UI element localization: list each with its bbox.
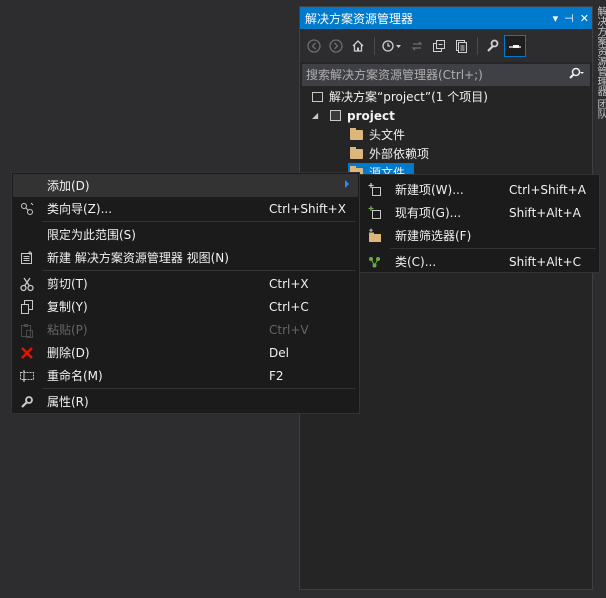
copy-icon xyxy=(19,299,35,315)
context-menu: 添加(D) 类向导(Z)... Ctrl+Shift+X 限定为此范围(S) 新… xyxy=(11,172,360,414)
side-tab-strip[interactable]: 解决方案资源管理器 团队 xyxy=(595,6,606,166)
tree-item-external-deps[interactable]: 外部依赖项 xyxy=(350,144,429,163)
tree-item-solution[interactable]: 解决方案“project”(1 个项目) xyxy=(312,87,488,106)
menu-item-rename[interactable]: 重命名(M) F2 xyxy=(13,364,358,387)
search-icon[interactable] xyxy=(568,67,584,84)
menu-item-shortcut: Del xyxy=(269,345,289,360)
tree-item-label: 头文件 xyxy=(369,128,406,142)
close-icon[interactable]: ✕ xyxy=(580,12,589,25)
scissors-icon xyxy=(19,276,35,292)
menu-item-label: 类向导(Z)... xyxy=(47,202,113,216)
solution-explorer-toolbar xyxy=(300,29,592,62)
menu-item-shortcut: Ctrl+C xyxy=(269,299,309,314)
tree-item-project[interactable]: ◢ project xyxy=(312,106,395,125)
menu-item-label: 现有项(G)... xyxy=(395,206,462,220)
menu-separator xyxy=(42,270,356,271)
add-submenu: 新建项(W)... Ctrl+Shift+A 现有项(G)... Shift+A… xyxy=(359,174,600,273)
menu-item-label: 类(C)... xyxy=(395,255,437,269)
menu-item-label: 复制(Y) xyxy=(47,300,88,314)
tree-item-label: 外部依赖项 xyxy=(369,147,430,161)
submenu-item-existing-item[interactable]: 现有项(G)... Shift+Alt+A xyxy=(361,201,598,224)
menu-item-label: 新建项(W)... xyxy=(395,183,464,197)
tree-item-header-files[interactable]: 头文件 xyxy=(350,125,405,144)
menu-item-properties[interactable]: 属性(R) xyxy=(13,390,358,413)
menu-item-label: 剪切(T) xyxy=(47,277,88,291)
paste-icon xyxy=(19,322,35,338)
menu-item-shortcut: Ctrl+Shift+A xyxy=(509,182,586,197)
menu-item-add[interactable]: 添加(D) xyxy=(13,174,358,197)
wrench-icon xyxy=(19,394,35,410)
class-icon xyxy=(367,254,383,270)
new-item-icon xyxy=(367,182,383,198)
menu-item-class-wizard[interactable]: 类向导(Z)... Ctrl+Shift+X xyxy=(13,197,358,220)
menu-item-delete[interactable]: 删除(D) Del xyxy=(13,341,358,364)
expand-arrow-icon[interactable]: ◢ xyxy=(312,111,322,120)
menu-item-scope[interactable]: 限定为此范围(S) xyxy=(13,223,358,246)
pin-icon[interactable]: ⊣ xyxy=(564,12,574,25)
menu-item-paste[interactable]: 粘贴(P) Ctrl+V xyxy=(13,318,358,341)
class-wizard-icon xyxy=(19,201,35,217)
toolbar-separator xyxy=(374,36,375,55)
menu-separator xyxy=(390,248,596,249)
submenu-item-new-filter[interactable]: 新建筛选器(F) xyxy=(361,224,598,247)
existing-item-icon xyxy=(367,205,383,221)
dropdown-icon[interactable]: ▾ xyxy=(553,12,559,25)
submenu-item-new-item[interactable]: 新建项(W)... Ctrl+Shift+A xyxy=(361,178,598,201)
rename-icon xyxy=(19,368,35,384)
solution-explorer-search[interactable] xyxy=(302,64,590,86)
submenu-arrow-icon xyxy=(345,180,349,188)
menu-item-copy[interactable]: 复制(Y) Ctrl+C xyxy=(13,295,358,318)
menu-item-label: 新建筛选器(F) xyxy=(395,229,472,243)
menu-item-shortcut: Shift+Alt+A xyxy=(509,205,581,220)
folder-icon xyxy=(350,146,363,159)
menu-separator xyxy=(42,221,356,222)
folder-icon xyxy=(350,127,363,140)
history-icon[interactable] xyxy=(379,36,405,56)
menu-item-shortcut: Shift+Alt+C xyxy=(509,254,582,269)
menu-item-shortcut: Ctrl+X xyxy=(269,276,309,291)
new-view-icon xyxy=(19,250,35,266)
menu-item-label: 粘贴(P) xyxy=(47,323,88,337)
preview-selected-icon[interactable] xyxy=(504,34,526,57)
menu-item-cut[interactable]: 剪切(T) Ctrl+X xyxy=(13,272,358,295)
forward-icon[interactable] xyxy=(326,36,346,56)
solution-icon xyxy=(312,91,323,102)
menu-item-new-view[interactable]: 新建 解决方案资源管理器 视图(N) xyxy=(13,246,358,269)
tree-item-label: project xyxy=(347,108,395,123)
menu-item-shortcut: Ctrl+Shift+X xyxy=(269,201,346,216)
toolbar-separator xyxy=(477,36,478,55)
submenu-item-class[interactable]: 类(C)... Shift+Alt+C xyxy=(361,250,598,273)
back-icon[interactable] xyxy=(304,36,324,56)
properties-wrench-icon[interactable] xyxy=(482,36,502,56)
new-folder-icon xyxy=(367,228,383,244)
tree-item-label: 解决方案“project”(1 个项目) xyxy=(329,90,488,104)
solution-explorer-titlebar[interactable]: 解决方案资源管理器 ▾ ⊣ ✕ xyxy=(300,7,592,29)
search-input[interactable] xyxy=(306,68,556,82)
menu-item-shortcut: Ctrl+V xyxy=(269,322,309,337)
project-icon xyxy=(330,110,341,121)
delete-x-icon xyxy=(19,345,35,361)
menu-item-label: 属性(R) xyxy=(47,395,89,409)
sync-icon[interactable] xyxy=(407,36,427,56)
menu-item-shortcut: F2 xyxy=(269,368,284,383)
menu-item-label: 新建 解决方案资源管理器 视图(N) xyxy=(47,251,229,265)
menu-item-label: 删除(D) xyxy=(47,346,90,360)
show-all-files-icon[interactable] xyxy=(451,36,471,56)
menu-item-label: 重命名(M) xyxy=(47,369,103,383)
menu-item-label: 限定为此范围(S) xyxy=(47,228,136,242)
home-icon[interactable] xyxy=(348,36,368,56)
solution-explorer-title: 解决方案资源管理器 xyxy=(305,11,414,26)
menu-item-label: 添加(D) xyxy=(47,179,90,193)
menu-separator xyxy=(42,388,356,389)
collapse-all-icon[interactable] xyxy=(429,36,449,56)
